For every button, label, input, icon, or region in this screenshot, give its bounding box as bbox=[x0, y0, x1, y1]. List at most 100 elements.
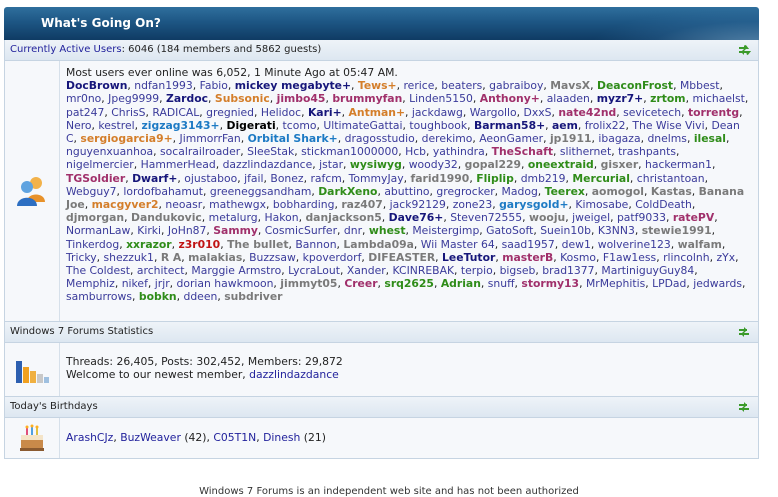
online-user-link[interactable]: garysgold+ bbox=[499, 198, 568, 211]
online-user-link[interactable]: TheSchaft bbox=[492, 145, 553, 158]
online-user-link[interactable]: dorian hawkmoon bbox=[177, 277, 274, 290]
online-user-link[interactable]: z3r010 bbox=[179, 238, 221, 251]
online-user-link[interactable]: wolverine123 bbox=[598, 238, 671, 251]
online-user-link[interactable]: jrjr bbox=[155, 277, 170, 290]
online-user-link[interactable]: TGSoldier bbox=[66, 172, 125, 185]
online-user-link[interactable]: jimbo45 bbox=[277, 92, 326, 105]
online-user-link[interactable]: abuttino bbox=[384, 185, 429, 198]
online-user-link[interactable]: srq2625 bbox=[384, 277, 434, 290]
online-user-link[interactable]: yathindra bbox=[433, 145, 485, 158]
online-user-link[interactable]: derekimo bbox=[422, 132, 473, 145]
online-user-link[interactable]: alaaden bbox=[547, 92, 590, 105]
online-user-link[interactable]: Tinkerdog bbox=[66, 238, 119, 251]
online-user-link[interactable]: djmorgan bbox=[66, 211, 124, 224]
online-user-link[interactable]: F1aw1ess bbox=[603, 251, 656, 264]
online-user-link[interactable]: bobharding bbox=[273, 198, 335, 211]
online-user-link[interactable]: Xander bbox=[347, 264, 386, 277]
online-user-link[interactable]: Meistergimp bbox=[412, 224, 479, 237]
online-user-link[interactable]: Tricky bbox=[66, 251, 97, 264]
online-user-link[interactable]: ibagaza bbox=[598, 132, 640, 145]
online-user-link[interactable]: patf9033 bbox=[617, 211, 666, 224]
online-user-link[interactable]: zigzag3143+ bbox=[142, 119, 220, 132]
online-user-link[interactable]: sergiogarcia9+ bbox=[80, 132, 172, 145]
refresh-arrows-icon[interactable] bbox=[737, 325, 751, 339]
online-user-link[interactable]: dmb219 bbox=[521, 172, 566, 185]
online-user-link[interactable]: nguyenxuanhoa bbox=[66, 145, 153, 158]
online-user-link[interactable]: beaters bbox=[441, 79, 482, 92]
online-user-link[interactable]: oneextraid bbox=[528, 158, 594, 171]
online-user-link[interactable]: Mercurial bbox=[572, 172, 630, 185]
online-user-link[interactable]: zone23 bbox=[453, 198, 493, 211]
online-user-link[interactable]: gabraiboy bbox=[489, 79, 543, 92]
online-user-link[interactable]: Kirki bbox=[137, 224, 161, 237]
online-user-link[interactable]: Kosmo bbox=[560, 251, 596, 264]
online-user-link[interactable]: rafcm bbox=[310, 172, 341, 185]
online-user-link[interactable]: hackerman1 bbox=[645, 158, 712, 171]
online-user-link[interactable]: Digerati bbox=[226, 119, 275, 132]
online-user-link[interactable]: MrMephitis bbox=[586, 277, 645, 290]
online-user-link[interactable]: jimmyt05 bbox=[280, 277, 337, 290]
online-user-link[interactable]: DocBrown bbox=[66, 79, 127, 92]
online-user-link[interactable]: jackdawg bbox=[412, 106, 463, 119]
online-user-link[interactable]: CosmicSurfer bbox=[265, 224, 337, 237]
online-user-link[interactable]: Webguy7 bbox=[66, 185, 117, 198]
online-user-link[interactable]: bobkn bbox=[139, 290, 177, 303]
online-user-link[interactable]: frolix22 bbox=[585, 119, 626, 132]
online-user-link[interactable]: stickman1000000 bbox=[301, 145, 398, 158]
online-user-link[interactable]: Zardoc bbox=[166, 92, 208, 105]
online-user-link[interactable]: Wargollo bbox=[470, 106, 517, 119]
online-user-link[interactable]: dew1 bbox=[562, 238, 591, 251]
online-user-link[interactable]: Kastas bbox=[651, 185, 692, 198]
online-user-link[interactable]: jp1911 bbox=[550, 132, 591, 145]
online-user-link[interactable]: LycraLout bbox=[288, 264, 340, 277]
online-user-link[interactable]: kestrel bbox=[98, 119, 134, 132]
online-user-link[interactable]: Hakon bbox=[265, 211, 299, 224]
online-user-link[interactable]: ilesal bbox=[694, 132, 726, 145]
online-user-link[interactable]: DarkXeno bbox=[318, 185, 377, 198]
online-user-link[interactable]: nate42nd bbox=[558, 106, 616, 119]
online-user-link[interactable]: nigelmercier bbox=[66, 158, 134, 171]
online-user-link[interactable]: UltimateGattai bbox=[323, 119, 402, 132]
online-user-link[interactable]: aomogol bbox=[592, 185, 644, 198]
online-user-link[interactable]: mr0no bbox=[66, 92, 101, 105]
online-user-link[interactable]: Dandukovic bbox=[131, 211, 202, 224]
online-user-link[interactable]: LPDad bbox=[652, 277, 686, 290]
online-user-link[interactable]: wooju bbox=[529, 211, 565, 224]
online-user-link[interactable]: DxxS bbox=[524, 106, 552, 119]
birthday-user-link[interactable]: Dinesh bbox=[263, 431, 300, 444]
online-user-link[interactable]: SleeStak bbox=[247, 145, 294, 158]
online-user-link[interactable]: Helidoc bbox=[261, 106, 301, 119]
online-user-link[interactable]: snuff bbox=[488, 277, 515, 290]
online-user-link[interactable]: Sammy bbox=[213, 224, 258, 237]
birthday-user-link[interactable]: C05T1N bbox=[213, 431, 256, 444]
online-user-link[interactable]: dnr bbox=[344, 224, 362, 237]
online-user-link[interactable]: ddeen bbox=[183, 290, 217, 303]
online-user-link[interactable]: trashpants bbox=[618, 145, 676, 158]
online-user-link[interactable]: Tews+ bbox=[358, 79, 397, 92]
online-user-link[interactable]: xxrazor bbox=[126, 238, 172, 251]
online-user-link[interactable]: The Wise Vivi bbox=[632, 119, 704, 132]
online-user-link[interactable]: Wii Master 64 bbox=[421, 238, 495, 251]
online-user-link[interactable]: michaelst bbox=[692, 92, 744, 105]
online-user-link[interactable]: macgyver2 bbox=[92, 198, 159, 211]
active-users-link[interactable]: Currently Active Users bbox=[10, 44, 122, 55]
online-user-link[interactable]: Anthony+ bbox=[480, 92, 540, 105]
online-user-link[interactable]: Creer bbox=[344, 277, 377, 290]
online-user-link[interactable]: shezzuk1 bbox=[104, 251, 154, 264]
online-user-link[interactable]: rerice bbox=[403, 79, 434, 92]
online-user-link[interactable]: Kimosabe bbox=[575, 198, 628, 211]
online-user-link[interactable]: dazzlindazdance bbox=[223, 158, 313, 171]
online-user-link[interactable]: MartiniguyGuy84 bbox=[601, 264, 694, 277]
online-user-link[interactable]: MavsX bbox=[550, 79, 590, 92]
online-user-link[interactable]: architect bbox=[137, 264, 185, 277]
online-user-link[interactable]: ojustaboo bbox=[184, 172, 237, 185]
online-user-link[interactable]: sevicetech bbox=[623, 106, 681, 119]
online-user-link[interactable]: KCINREBAK bbox=[393, 264, 455, 277]
online-user-link[interactable]: christantoan bbox=[637, 172, 705, 185]
online-user-link[interactable]: Dave76+ bbox=[389, 211, 444, 224]
online-user-link[interactable]: aem bbox=[552, 119, 578, 132]
refresh-arrows-icon[interactable] bbox=[737, 43, 751, 57]
online-user-link[interactable]: Kari+ bbox=[308, 106, 342, 119]
online-user-link[interactable]: jack92129 bbox=[390, 198, 446, 211]
online-user-link[interactable]: R A bbox=[161, 251, 181, 264]
